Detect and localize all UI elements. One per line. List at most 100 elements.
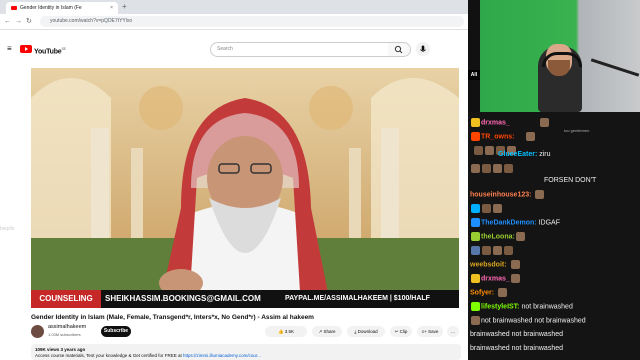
emote-icon xyxy=(471,164,480,173)
chat-message: FORSEN DON'T xyxy=(544,177,597,184)
emote-icon xyxy=(482,164,491,173)
emote-icon xyxy=(504,164,513,173)
browser-tab-active[interactable]: Gender Identity in Islam (Fe × xyxy=(6,2,118,14)
download-button[interactable]: ⤓ Download xyxy=(347,326,385,337)
url-text: youtube.com/watch?v=pQDE7tYYlxo xyxy=(50,18,133,24)
thumbs-up-icon: 👍 xyxy=(277,329,285,334)
emote-icon xyxy=(515,232,525,241)
chat-message: not brainwashed not brainwashed xyxy=(470,316,586,325)
all-badge: All xyxy=(468,70,480,80)
share-button[interactable]: ↗ Share xyxy=(312,326,342,337)
reload-icon[interactable]: ↻ xyxy=(26,14,32,29)
chat-message: GlueeEater: ziru xyxy=(498,151,551,158)
chat-message: drxmas_ xyxy=(470,118,550,127)
emote-icon xyxy=(498,288,508,297)
channel-name[interactable]: assimalhakeem xyxy=(48,324,86,330)
tab-title: Gender Identity in Islam (Fe xyxy=(20,5,82,11)
clip-label: Clip xyxy=(399,329,408,334)
banner-email: SHEIKHASSIM.BOOKINGS@GMAIL.COM xyxy=(105,294,261,303)
subscribe-button[interactable]: Subscribe xyxy=(101,326,131,337)
save-label: Save xyxy=(428,329,439,334)
close-tab-icon[interactable]: × xyxy=(110,2,113,14)
emote-icon xyxy=(471,204,480,213)
back-icon[interactable]: ← xyxy=(4,14,11,29)
emote-icon xyxy=(471,232,480,241)
hamburger-menu-icon[interactable]: ≡ xyxy=(7,43,12,55)
chat-message: TR_owns: xyxy=(470,132,536,141)
views-and-date: 109K views 3 years ago xyxy=(35,347,86,352)
banner-counseling: COUNSELING xyxy=(31,290,101,308)
chat-message: houseinhouse123: xyxy=(470,190,545,199)
microphone-arm xyxy=(590,58,640,77)
emote-icon xyxy=(471,302,480,311)
description-box[interactable]: 109K views 3 years ago Access course mat… xyxy=(31,344,461,360)
emote-icon xyxy=(471,118,480,127)
webcam-feed xyxy=(480,0,640,112)
voice-search-button[interactable] xyxy=(416,42,430,56)
description-text: Access course materials, Test your knowl… xyxy=(35,353,261,358)
search-input[interactable]: Search xyxy=(210,42,390,57)
chat-message: theLoona: xyxy=(470,232,526,241)
emote-icon xyxy=(471,316,480,325)
youtube-logo-text: YouTubeSE xyxy=(34,47,66,56)
emote-icon xyxy=(471,132,480,141)
headphones-icon xyxy=(542,52,582,67)
url-field[interactable]: youtube.com/watch?v=pQDE7tYYlxo xyxy=(40,16,464,27)
emote-icon xyxy=(510,274,520,283)
like-button[interactable]: 👍 3.5K xyxy=(265,326,307,337)
chat-message: too gentlemen xyxy=(564,128,590,133)
youtube-header: ≡ YouTubeSE Search xyxy=(0,38,468,60)
emote-icon xyxy=(482,246,491,255)
chat-message: brainwashed not brainwashed xyxy=(470,345,564,352)
video-player[interactable] xyxy=(31,68,459,308)
chat-message: Sofyer: xyxy=(470,288,508,297)
emote-icon xyxy=(539,118,549,127)
chat-message xyxy=(470,164,514,173)
emote-icon xyxy=(471,274,480,283)
chat-message xyxy=(470,246,514,255)
search-button[interactable] xyxy=(388,42,411,57)
emote-icon xyxy=(493,164,502,173)
channel-avatar[interactable] xyxy=(31,325,44,338)
microphone-icon xyxy=(420,45,426,52)
emote-icon xyxy=(482,204,491,213)
youtube-play-icon xyxy=(20,45,32,53)
emote-icon xyxy=(474,146,483,155)
search-icon xyxy=(394,45,403,54)
emote-icon xyxy=(510,260,520,269)
emote-icon xyxy=(471,218,480,227)
chat-message xyxy=(470,204,503,213)
subscriber-count: 1.03M subscribers xyxy=(48,332,81,337)
emote-icon xyxy=(485,146,494,155)
description-link[interactable]: https://zimmi.illumiacademy.com/cour... xyxy=(183,353,261,358)
video-title: Gender Identity in Islam (Male, Female, … xyxy=(31,314,314,321)
clip-button[interactable]: ✂ Clip xyxy=(390,326,412,337)
more-actions-button[interactable]: ... xyxy=(447,326,459,337)
stream-chat: drxmas_ too gentlemen TR_owns: GlueeEate… xyxy=(468,112,640,360)
stream-overlay: All drxmas_ too gentlemen TR_owns: Gluee… xyxy=(468,0,640,360)
chat-message: lifestyleIST: not brainwashed xyxy=(470,302,573,311)
tab-bar: Gender Identity in Islam (Fe × + xyxy=(0,0,468,14)
chat-message: TheDankDemon: IDGAF xyxy=(470,218,560,227)
banner-paypal: PAYPAL.ME/ASSIMALHAKEEM | $100/HALF xyxy=(285,295,430,302)
emote-icon xyxy=(493,246,502,255)
like-count: 3.5K xyxy=(284,329,295,334)
youtube-favicon-icon xyxy=(11,6,17,10)
channel-row: assimalhakeem 1.03M subscribers Subscrib… xyxy=(31,324,461,340)
chat-message: drxmas_ xyxy=(470,274,521,283)
edge-overlay-text: bieplio xyxy=(0,226,15,232)
video-frame-image xyxy=(31,68,459,308)
browser-window: Gender Identity in Islam (Fe × + ← → ↻ y… xyxy=(0,0,468,360)
chat-message: weebsdoit: xyxy=(470,260,521,269)
emote-icon xyxy=(504,246,513,255)
address-bar-row: ← → ↻ youtube.com/watch?v=pQDE7tYYlxo xyxy=(0,14,468,30)
search-placeholder: Search xyxy=(217,46,233,52)
share-label: Share xyxy=(323,329,336,334)
forward-icon[interactable]: → xyxy=(15,14,22,29)
new-tab-button[interactable]: + xyxy=(122,1,127,13)
save-button[interactable]: ≡+ Save xyxy=(417,326,443,337)
chat-message: brainwashed not brainwashed xyxy=(470,331,564,338)
download-label: Download xyxy=(357,329,378,334)
emote-icon xyxy=(471,246,480,255)
emote-icon xyxy=(493,204,502,213)
